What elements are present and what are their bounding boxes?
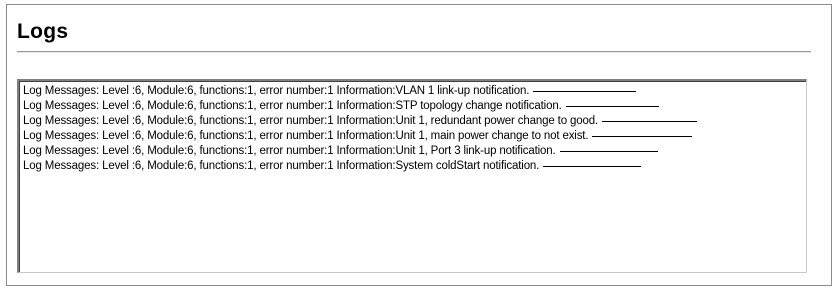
callout-leader-line [533,91,637,92]
log-message-line: Log Messages: Level :6, Module:6, functi… [23,159,806,174]
log-message-text: Log Messages: Level :6, Module:6, functi… [23,145,556,157]
logs-panel: Logs Log Messages: Level :6, Module:6, f… [6,4,832,286]
callout-leader-line [592,136,693,137]
page-title: Logs [17,20,69,43]
log-message-line: Log Messages: Level :6, Module:6, functi… [23,84,806,99]
log-message-line: Log Messages: Level :6, Module:6, functi… [23,129,806,144]
log-message-text: Log Messages: Level :6, Module:6, functi… [23,130,589,142]
log-message-line: Log Messages: Level :6, Module:6, functi… [23,99,806,114]
log-message-line: Log Messages: Level :6, Module:6, functi… [23,114,806,129]
log-message-line: Log Messages: Level :6, Module:6, functi… [23,144,806,159]
log-message-text: Log Messages: Level :6, Module:6, functi… [23,160,540,172]
title-divider [17,51,811,53]
callout-leader-line [559,151,658,152]
log-messages-textarea[interactable]: Log Messages: Level :6, Module:6, functi… [17,79,807,273]
log-message-text: Log Messages: Level :6, Module:6, functi… [23,85,530,97]
log-message-text: Log Messages: Level :6, Module:6, functi… [23,100,562,112]
callout-leader-line [543,166,642,167]
callout-leader-line [602,121,698,122]
callout-leader-line [565,106,659,107]
log-message-text: Log Messages: Level :6, Module:6, functi… [23,115,599,127]
log-messages-list: Log Messages: Level :6, Module:6, functi… [19,81,806,272]
